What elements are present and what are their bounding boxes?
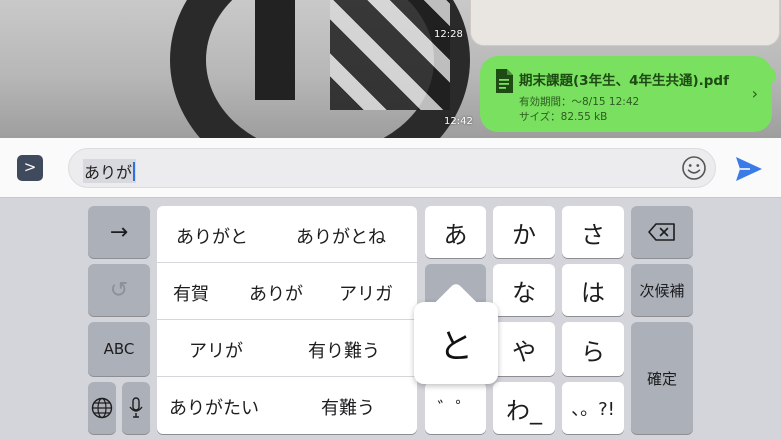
punctuation-key[interactable]: 、。?!	[562, 382, 624, 434]
kana-key-ha[interactable]: は	[562, 264, 624, 316]
message-input[interactable]: ありが	[68, 148, 716, 188]
candidate-row: 有賀 ありが アリガ	[157, 263, 417, 320]
file-size: サイズ：82.55 kB	[519, 111, 608, 123]
next-candidate-key[interactable]: 次候補	[631, 264, 693, 316]
chevron-right-icon: ›	[751, 84, 758, 103]
candidate-item[interactable]: ありがと	[176, 223, 248, 249]
kana-key-sa[interactable]: さ	[562, 206, 624, 258]
backspace-icon	[648, 223, 675, 241]
kana-key-ka[interactable]: か	[493, 206, 555, 258]
cursor-right-key[interactable]: →	[88, 206, 150, 258]
text-caret	[133, 162, 136, 181]
kana-key-ya[interactable]: や	[493, 322, 555, 376]
message-input-text: ありが	[83, 159, 137, 183]
abc-key[interactable]: ABC	[88, 322, 150, 376]
backspace-key[interactable]	[631, 206, 693, 258]
kana-key-wa[interactable]: わ_	[493, 382, 555, 434]
kana-key-na[interactable]: な	[493, 264, 555, 316]
candidate-item[interactable]: ありがとね	[296, 223, 386, 249]
microphone-icon[interactable]	[122, 382, 150, 434]
dakuten-key[interactable]: ゛゜	[425, 382, 486, 434]
confirm-key[interactable]: 確定	[631, 322, 693, 434]
candidate-item[interactable]: 有り難う	[308, 337, 380, 363]
candidate-item[interactable]: アリガ	[339, 280, 393, 306]
kana-key-a[interactable]: あ	[425, 206, 486, 258]
file-expiry: 有効期間：～8/15 12:42	[519, 96, 640, 108]
photo-image-detail	[255, 0, 295, 100]
file-message-bubble[interactable]: 期末課題(3年生、4年生共通).pdf 有効期間：～8/15 12:42 サイズ…	[480, 56, 772, 132]
globe-icon[interactable]	[88, 382, 116, 434]
document-icon	[496, 69, 513, 93]
candidate-row: アリが 有り難う	[157, 320, 417, 377]
candidate-item[interactable]: 有賀	[173, 280, 209, 306]
smiley-icon[interactable]	[681, 155, 707, 181]
candidate-list: ありがと ありがとね 有賀 ありが アリガ アリが 有り難う ありがたい 有難う	[157, 206, 417, 434]
kana-key-ra[interactable]: ら	[562, 322, 624, 376]
photo-message[interactable]	[470, 0, 780, 46]
message-input-bar: > ありが	[0, 138, 781, 198]
candidate-item[interactable]: 有難う	[321, 394, 375, 420]
key-popup-label: と	[439, 326, 473, 367]
undo-key[interactable]: ↺	[88, 264, 150, 316]
file-name: 期末課題(3年生、4年生共通).pdf	[519, 73, 729, 89]
send-icon[interactable]	[734, 154, 764, 184]
microphone-icon	[129, 397, 143, 418]
message-timestamp: 12:28	[434, 29, 463, 40]
candidate-row: ありがたい 有難う	[157, 377, 417, 434]
expand-menu-button[interactable]: >	[17, 155, 43, 181]
chat-area: 12:28 12:42 期末課題(3年生、4年生共通).pdf 有効期間：～8/…	[0, 0, 781, 138]
candidate-row: ありがと ありがとね	[157, 206, 417, 263]
message-timestamp: 12:42	[444, 116, 473, 127]
photo-image-detail	[330, 0, 450, 110]
candidate-item[interactable]: アリが	[189, 337, 243, 363]
candidate-item[interactable]: ありが	[249, 280, 303, 306]
key-popup: と	[414, 302, 498, 384]
candidate-item[interactable]: ありがたい	[169, 394, 259, 420]
globe-icon	[91, 397, 113, 419]
